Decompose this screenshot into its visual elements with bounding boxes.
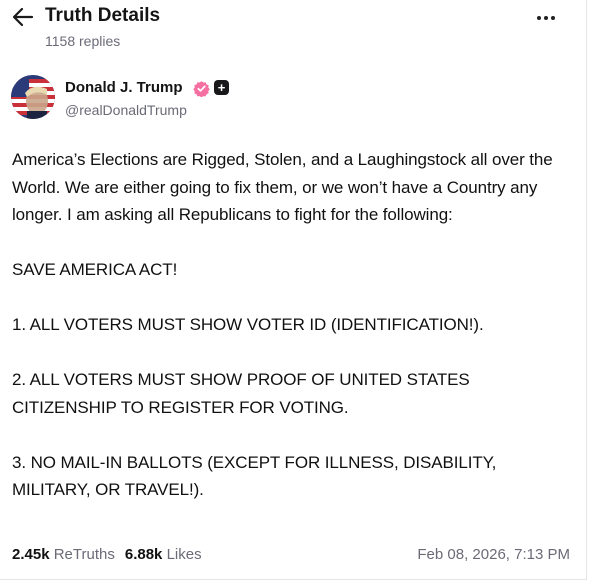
- likes-label: Likes: [166, 546, 202, 563]
- avatar[interactable]: [11, 75, 55, 119]
- post-paragraph: America’s Elections are Rigged, Stolen, …: [12, 150, 553, 224]
- post-paragraph: 1. ALL VOTERS MUST SHOW VOTER ID (IDENTI…: [12, 315, 484, 334]
- post-paragraph: SAVE AMERICA ACT!: [12, 260, 178, 279]
- author-name[interactable]: Donald J. Trump: [65, 79, 183, 96]
- back-button[interactable]: [12, 7, 34, 27]
- more-dot: [544, 16, 548, 20]
- page-header: Truth Details 1158 replies: [0, 0, 589, 60]
- retruths-label: ReTruths: [53, 546, 115, 563]
- arrow-left-icon: [12, 7, 34, 27]
- likes-count: 6.88k: [124, 546, 163, 563]
- page-title: Truth Details: [45, 5, 161, 26]
- reply-count: 1158 replies: [45, 33, 121, 49]
- plus-square-icon: +: [214, 80, 229, 95]
- post-timestamp: Feb 08, 2026, 7:13 PM: [417, 546, 570, 563]
- verified-badge-icon: [193, 80, 210, 98]
- more-dot: [551, 16, 555, 20]
- retruths-stat[interactable]: 2.45k ReTruths: [12, 546, 115, 563]
- more-options-button[interactable]: [532, 10, 560, 26]
- engagement-stats: 2.45k ReTruths 6.88k Likes: [12, 546, 202, 563]
- post-paragraph: 2. ALL VOTERS MUST SHOW PROOF OF UNITED …: [12, 370, 470, 417]
- likes-stat[interactable]: 6.88k Likes: [125, 546, 202, 563]
- post-paragraph: 3. NO MAIL-IN BALLOTS (EXCEPT FOR ILLNES…: [12, 452, 497, 500]
- author-block: Donald J. Trump + @realDonaldTrump: [11, 73, 311, 125]
- avatar-image: [11, 75, 55, 119]
- retruths-count: 2.45k: [12, 546, 50, 563]
- author-handle[interactable]: @realDonaldTrump: [65, 102, 187, 118]
- post-content: America’s Elections are Rigged, Stolen, …: [12, 146, 572, 504]
- more-dots-icon: [537, 16, 541, 20]
